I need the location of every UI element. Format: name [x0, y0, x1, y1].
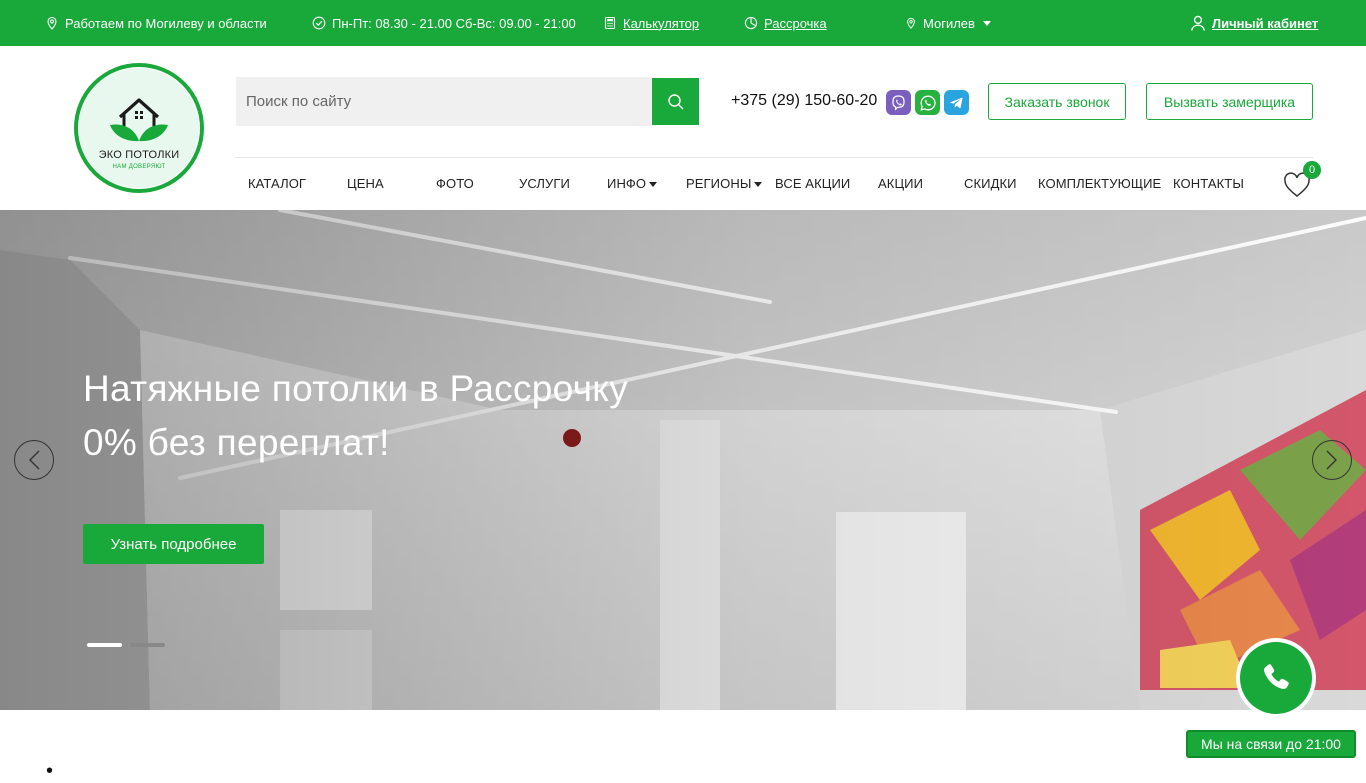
calculator-link-wrap[interactable]: Калькулятор: [603, 0, 699, 46]
nav-label: Регионы: [686, 176, 752, 191]
learn-more-button[interactable]: Узнать подробнее: [83, 524, 264, 564]
phone-number[interactable]: +375 (29) 150-60-20: [731, 92, 877, 110]
check-badge-icon: [312, 16, 326, 30]
search-button[interactable]: [652, 78, 699, 125]
city-selector[interactable]: Могилев: [905, 0, 991, 46]
installment-link-wrap[interactable]: Рассрочка: [744, 0, 827, 46]
calculator-icon: [604, 16, 616, 30]
hero-slider: Натяжные потолки в Рассрочку 0% без пере…: [0, 210, 1366, 710]
nav-label: Фото: [436, 176, 474, 191]
chevron-down-icon: [649, 182, 658, 188]
cabinet-link-wrap[interactable]: Личный кабинет: [1190, 0, 1318, 46]
hero-title: Натяжные потолки в Рассрочку 0% без пере…: [83, 362, 628, 470]
hero-title-line-1: Натяжные потолки в Рассрочку: [83, 368, 629, 409]
location-pin-icon: [907, 17, 915, 29]
location-pin-icon: [47, 16, 57, 30]
slider-prev-button[interactable]: [14, 440, 54, 480]
region-info: Работаем по Могилеву и области: [45, 0, 267, 46]
nav-label: Акции: [878, 176, 924, 191]
chevron-left-icon: [29, 450, 40, 470]
next-section-heading-fragment: •: [46, 760, 54, 782]
site-logo[interactable]: ЭКО ПОТОЛКИ НАМ ДОВЕРЯЮТ: [74, 63, 204, 193]
nav-item-promos[interactable]: Акции: [878, 176, 923, 191]
phone-icon: [1263, 664, 1289, 690]
telegram-icon[interactable]: [944, 90, 969, 115]
working-hours: Пн-Пт: 08.30 - 21.00 Сб-Вс: 09.00 - 21:0…: [312, 0, 576, 46]
nav-label: Услуги: [519, 176, 570, 191]
slider-next-button[interactable]: [1312, 440, 1352, 480]
call-measurer-button[interactable]: Вызвать замерщика: [1146, 83, 1313, 120]
logo-emblem: [79, 68, 199, 188]
nav-label: Цена: [347, 176, 384, 191]
call-widget-circle: [1240, 642, 1312, 714]
whatsapp-icon[interactable]: [915, 90, 940, 115]
nav-item-price[interactable]: Цена: [347, 176, 384, 191]
search-form: [236, 77, 699, 126]
nav-label: Контакты: [1173, 176, 1244, 191]
nav-label: Комплектующие: [1038, 176, 1162, 191]
chevron-right-icon: [1326, 450, 1337, 470]
call-widget-button[interactable]: [1236, 638, 1316, 718]
user-icon: [1191, 15, 1205, 31]
nav-label: Инфо: [607, 176, 647, 191]
chevron-down-icon: [754, 182, 763, 188]
slider-dot-1[interactable]: [87, 643, 122, 647]
search-input[interactable]: [236, 77, 652, 126]
search-icon: [667, 93, 683, 109]
logo-wordmark: ЭКО ПОТОЛКИ: [98, 149, 180, 161]
slider-pagination: [87, 643, 165, 647]
hero-title-line-2: 0% без переплат!: [83, 422, 390, 463]
nav-divider: [235, 157, 1313, 158]
nav-item-info[interactable]: Инфо: [607, 176, 658, 191]
main-nav: Каталог Цена Фото Услуги Инфо Регионы Вс…: [0, 176, 1366, 192]
nav-item-contacts[interactable]: Контакты: [1173, 176, 1244, 191]
viber-icon[interactable]: [886, 90, 911, 115]
nav-label: Каталог: [248, 176, 307, 191]
slider-dot-2[interactable]: [130, 643, 165, 647]
calculator-link[interactable]: Калькулятор: [623, 16, 699, 31]
logo-tagline: НАМ ДОВЕРЯЮТ: [112, 164, 166, 170]
cabinet-link[interactable]: Личный кабинет: [1212, 16, 1318, 31]
nav-label: Скидки: [964, 176, 1017, 191]
favorites-count-badge: 0: [1303, 161, 1321, 179]
nav-item-discounts[interactable]: Скидки: [964, 176, 1017, 191]
nav-item-services[interactable]: Услуги: [519, 176, 570, 191]
online-status-badge[interactable]: Мы на связи до 21:00: [1186, 730, 1356, 758]
nav-item-accessories[interactable]: Комплектующие: [1038, 176, 1161, 191]
top-bar: Работаем по Могилеву и области Пн-Пт: 08…: [0, 0, 1366, 46]
nav-item-photo[interactable]: Фото: [436, 176, 474, 191]
hours-text: Пн-Пт: 08.30 - 21.00 Сб-Вс: 09.00 - 21:0…: [332, 15, 576, 31]
region-text: Работаем по Могилеву и области: [65, 15, 267, 31]
city-label[interactable]: Могилев: [923, 16, 975, 31]
nav-item-all-promos[interactable]: Все акции: [775, 176, 850, 191]
nav-label: Все акции: [775, 176, 851, 191]
chevron-down-icon: [982, 20, 991, 26]
installment-link[interactable]: Рассрочка: [764, 16, 827, 31]
site-header: ЭКО ПОТОЛКИ НАМ ДОВЕРЯЮТ +375 (29) 150-6…: [0, 46, 1366, 210]
nav-item-regions[interactable]: Регионы: [686, 176, 763, 191]
nav-item-catalog[interactable]: Каталог: [248, 176, 306, 191]
pie-chart-icon: [744, 16, 758, 30]
callback-button[interactable]: Заказать звонок: [988, 83, 1126, 120]
